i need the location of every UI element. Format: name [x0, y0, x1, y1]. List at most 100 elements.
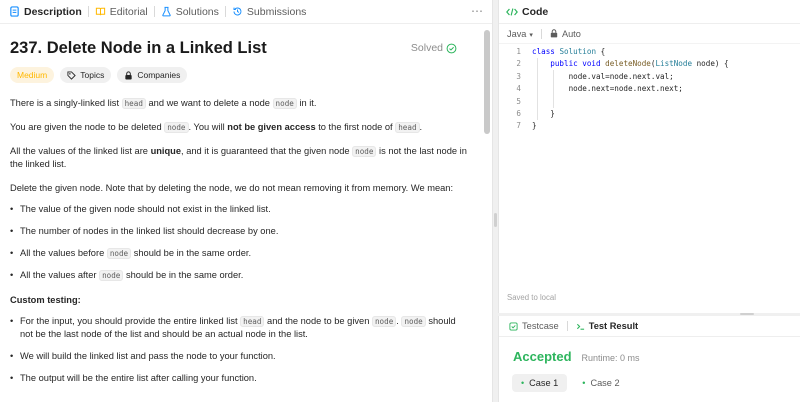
case-1-tab[interactable]: • Case 1	[512, 374, 568, 392]
list-item: For the input, you should provide the en…	[10, 315, 471, 341]
toolbar-divider	[540, 28, 542, 39]
panel-resize-handle[interactable]	[494, 213, 497, 227]
text: All the values of the linked list are	[10, 146, 151, 156]
code-text: public void deleteNode(ListNode node) {	[521, 58, 729, 70]
inline-code: node	[371, 316, 397, 327]
custom-testing-heading: Custom testing:	[10, 295, 81, 305]
pass-dot-icon: •	[582, 378, 586, 388]
chevron-down-icon: ▾	[529, 31, 533, 39]
requirements-list: The value of the given node should not e…	[10, 203, 471, 282]
difficulty-badge: Medium	[10, 67, 55, 83]
title-row: 237. Delete Node in a Linked List Solved	[10, 37, 471, 59]
tab-solutions[interactable]: Solutions	[158, 0, 222, 24]
problem-title[interactable]: 237. Delete Node in a Linked List	[10, 39, 267, 58]
tab-test-result[interactable]: Test Result	[576, 321, 638, 331]
inline-code: head	[121, 98, 146, 109]
list-item: The output will be the entire list after…	[10, 372, 471, 385]
inline-code: node	[106, 248, 132, 259]
line-number: 7	[516, 121, 521, 131]
code-line: 3 node.val=node.next.val;	[499, 71, 800, 83]
line-number: 3	[516, 71, 521, 81]
result-tabs: Testcase Test Result	[499, 316, 800, 337]
line-number: 2	[516, 59, 521, 69]
code-icon	[506, 7, 518, 16]
language-select[interactable]: Java ▾	[507, 29, 533, 39]
code-editor[interactable]: 1 class Solution { 2 public void deleteNo…	[499, 46, 800, 286]
code-text: }	[532, 121, 537, 131]
list-item: We will build the linked list and pass t…	[10, 350, 471, 363]
topics-button[interactable]: Topics	[60, 67, 112, 83]
code-panel: Code Java ▾ Auto 1 class Solution { 2 publ…	[498, 0, 800, 313]
more-options-icon[interactable]: ⋯	[471, 4, 484, 18]
type-name: ListNode	[655, 59, 693, 69]
indent-guide	[537, 58, 538, 120]
code-text: node.val=node.next.val;	[532, 71, 674, 81]
text: should be in the same order.	[123, 270, 244, 280]
text: All the values after	[20, 270, 100, 280]
inline-code: head	[240, 316, 265, 327]
language-label: Java	[507, 28, 527, 39]
list-item: All the values after node should be in t…	[10, 269, 471, 282]
code-line: 2 public void deleteNode(ListNode node) …	[499, 58, 800, 70]
code-line: 1 class Solution {	[499, 46, 800, 58]
accepted-status: Accepted	[513, 349, 572, 364]
tab-editorial[interactable]: Editorial	[92, 0, 151, 24]
inline-code: node	[352, 146, 377, 157]
bold-text: not be given access	[227, 122, 316, 132]
list-item: All the values before node should be in …	[10, 247, 471, 260]
keyword: public void	[532, 59, 606, 69]
terminal-icon	[576, 323, 584, 330]
problem-tags: Medium Topics Companies	[10, 67, 471, 83]
tab-solutions-label: Solutions	[175, 5, 219, 18]
line-number: 1	[516, 47, 521, 56]
custom-testing-list: For the input, you should provide the en…	[10, 315, 471, 385]
flask-icon	[161, 6, 171, 17]
indent-guide	[553, 70, 554, 108]
auto-mode[interactable]: Auto	[562, 29, 581, 39]
tab-divider	[566, 321, 568, 331]
text: There is a singly-linked list	[10, 98, 122, 108]
tab-testcase[interactable]: Testcase	[509, 321, 559, 331]
checkbox-icon	[509, 321, 518, 331]
problem-description: There is a singly-linked list head and w…	[10, 97, 471, 385]
history-icon	[233, 7, 242, 16]
text: For the input, you should provide the en…	[20, 316, 241, 326]
line-number: 6	[516, 108, 521, 118]
lock-icon	[550, 29, 558, 38]
text: You are given the node to be deleted	[10, 122, 165, 132]
code-token: {	[596, 47, 606, 56]
tab-submissions[interactable]: Submissions	[229, 0, 310, 24]
solved-status: Solved	[411, 42, 457, 54]
bold-text: unique	[150, 146, 182, 156]
code-text: node.next=node.next.next;	[532, 84, 683, 94]
inline-code: node	[164, 122, 189, 133]
type-name: Solution	[559, 47, 597, 56]
panel-resize-handle[interactable]	[740, 313, 754, 315]
code-header: Code	[499, 0, 800, 24]
companies-button[interactable]: Companies	[117, 67, 188, 83]
list-item: The value of the given node should not e…	[10, 203, 471, 216]
problem-tabs: Description Editorial Solutions Submissi…	[0, 0, 492, 24]
code-token: node) {	[692, 59, 729, 69]
tab-description-label: Description	[24, 5, 82, 18]
saved-status: Saved to local	[507, 293, 556, 302]
description-paragraph: Delete the given node. Note that by dele…	[10, 183, 454, 193]
text: All the values before	[20, 248, 107, 258]
runtime-value: Runtime: 0 ms	[581, 353, 640, 363]
tab-editorial-label: Editorial	[109, 5, 148, 18]
case-label: Case 1	[529, 378, 559, 388]
line-number: 4	[516, 84, 521, 94]
code-title: Code	[522, 5, 549, 18]
case-2-tab[interactable]: • Case 2	[573, 374, 628, 392]
text: .	[419, 122, 423, 132]
description-paragraph: All the values of the linked list are un…	[10, 145, 471, 171]
tab-description[interactable]: Description	[6, 0, 85, 24]
case-label: Case 2	[590, 378, 620, 388]
tab-divider	[224, 6, 226, 17]
description-scrollbar[interactable]	[484, 30, 490, 134]
problem-content: 237. Delete Node in a Linked List Solved…	[0, 25, 480, 402]
inline-code: node	[401, 316, 426, 327]
tab-divider	[153, 6, 155, 17]
text: and we want to delete a node	[145, 98, 273, 108]
